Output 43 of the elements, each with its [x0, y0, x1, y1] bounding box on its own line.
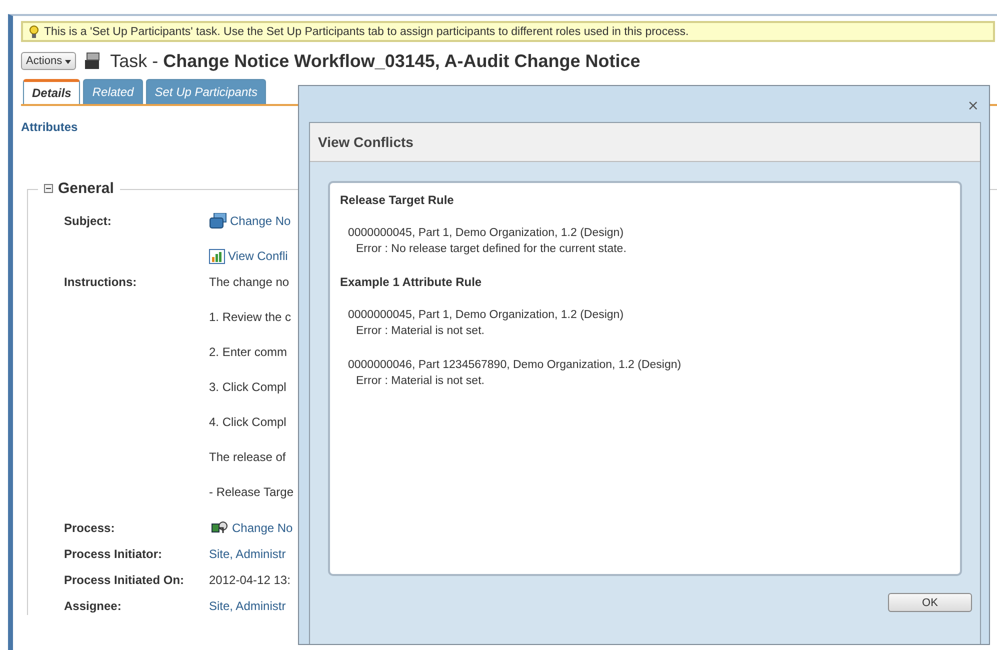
field-value: - Release Targe: [209, 484, 294, 501]
dialog-title: View Conflicts: [318, 134, 414, 150]
field-value: The release of: [209, 449, 286, 466]
field-label: Process Initiated On:: [64, 572, 186, 589]
conflict-error: Error : No release target defined for the current state.: [356, 242, 626, 257]
link[interactable]: Site, Administr: [209, 597, 286, 615]
conflict-object: 0000000045, Part 1, Demo Organization, 1.2 (Design): [348, 308, 624, 323]
field-value: 2012-04-12 13:: [209, 572, 290, 589]
tab[interactable]: Details: [23, 79, 80, 104]
ok-button[interactable]: OK: [888, 593, 972, 612]
rule-name: Example 1 Attribute Rule: [340, 275, 482, 289]
conflict-object: 0000000045, Part 1, Demo Organization, 1.2 (Design): [348, 226, 624, 241]
lightbulb-icon: [29, 24, 39, 38]
field-label: Process:: [64, 520, 116, 537]
field-value: 4. Click Compl: [209, 414, 286, 431]
field-label: Assignee:: [64, 598, 122, 615]
attributes-link[interactable]: Attributes: [21, 120, 78, 134]
link[interactable]: Site, Administr: [209, 545, 286, 563]
field-value: 3. Click Compl: [209, 379, 286, 396]
conflict-error: Error : Material is not set.: [356, 374, 484, 389]
actions-button[interactable]: Actions: [21, 52, 76, 70]
link[interactable]: Change No: [232, 519, 293, 537]
field-value: The change no: [209, 274, 290, 291]
link[interactable]: View Confli: [228, 247, 288, 265]
section-title: General: [58, 180, 114, 197]
conflict-object: 0000000046, Part 1234567890, Demo Organization, 1.2 (Design): [348, 358, 682, 373]
collapse-icon[interactable]: [44, 184, 53, 193]
caret-icon: [65, 60, 72, 64]
document-stack-icon: [209, 213, 227, 229]
link[interactable]: Change No: [230, 212, 291, 230]
bar-chart-icon: [209, 248, 225, 264]
notice-text: This is a 'Set Up Participants' task. Use the Set Up Participants tab to assign participants to different roles used in this process.: [44, 26, 689, 38]
close-button[interactable]: ×: [965, 98, 981, 114]
field-label: Instructions:: [64, 274, 138, 291]
task-title: Task - Change Notice Workflow_03145, A-Audit Change Notice: [110, 50, 640, 72]
conflict-error: Error : Material is not set.: [356, 324, 484, 339]
task-icon: [84, 52, 102, 70]
field-value: 2. Enter comm: [209, 344, 288, 361]
rule-name: Release Target Rule: [340, 193, 454, 207]
field-label: Subject:: [64, 213, 112, 230]
process-icon: [209, 520, 229, 536]
field-value: 1. Review the c: [209, 309, 292, 326]
field-label: Process Initiator:: [64, 546, 164, 563]
